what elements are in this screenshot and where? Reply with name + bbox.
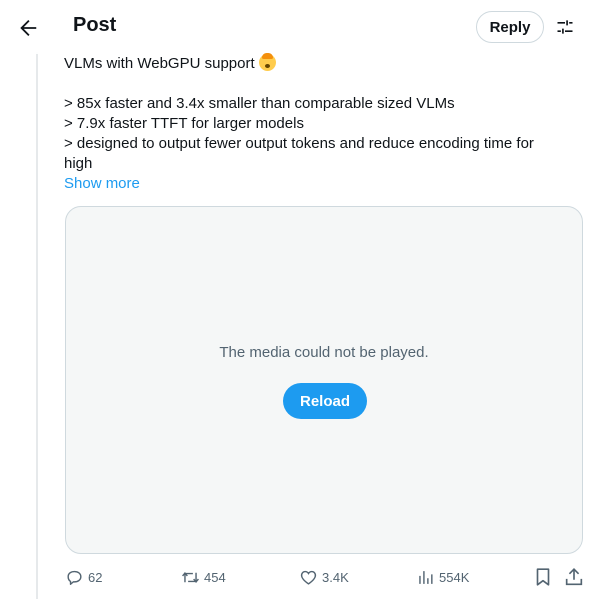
reload-button[interactable]: Reload	[283, 383, 367, 419]
repost-icon	[182, 571, 199, 583]
views-action[interactable]: 554K	[416, 566, 469, 588]
show-more-link[interactable]: Show more	[64, 174, 574, 194]
reply-icon	[67, 570, 82, 585]
reply-button[interactable]: Reply	[476, 11, 544, 43]
page-title: Post	[73, 14, 117, 36]
repost-action[interactable]: 454	[181, 566, 226, 588]
share-icon[interactable]	[563, 566, 585, 588]
top-bar: Post Reply	[0, 0, 599, 54]
reply-count: 62	[88, 569, 103, 585]
post-text-line: > designed to output fewer output tokens…	[64, 135, 534, 152]
media-error-message: The media could not be played.	[219, 344, 429, 361]
repost-count: 454	[204, 569, 226, 585]
bookmark-icon[interactable]	[532, 566, 554, 588]
view-count: 554K	[439, 569, 470, 585]
post-text-line: high	[64, 155, 93, 172]
heart-icon	[300, 570, 317, 585]
exploding-head-emoji	[258, 53, 276, 71]
reply-action[interactable]: 62	[65, 566, 102, 588]
like-action[interactable]: 3.4K	[299, 566, 349, 588]
bar-chart-icon	[419, 570, 433, 584]
post-text: VLMs with WebGPU support > 85x faster an…	[64, 53, 574, 194]
post-text-line: > 85x faster and 3.4x smaller than compa…	[64, 95, 455, 112]
like-count: 3.4K	[322, 569, 349, 585]
media-player[interactable]: The media could not be played. Reload	[65, 206, 583, 554]
post-text-line: > 7.9x faster TTFT for larger models	[64, 115, 304, 132]
sliders-icon[interactable]	[555, 17, 575, 37]
thread-line	[36, 52, 38, 599]
post-text-line: VLMs with WebGPU support	[64, 55, 255, 72]
arrow-left-icon[interactable]	[17, 17, 39, 39]
